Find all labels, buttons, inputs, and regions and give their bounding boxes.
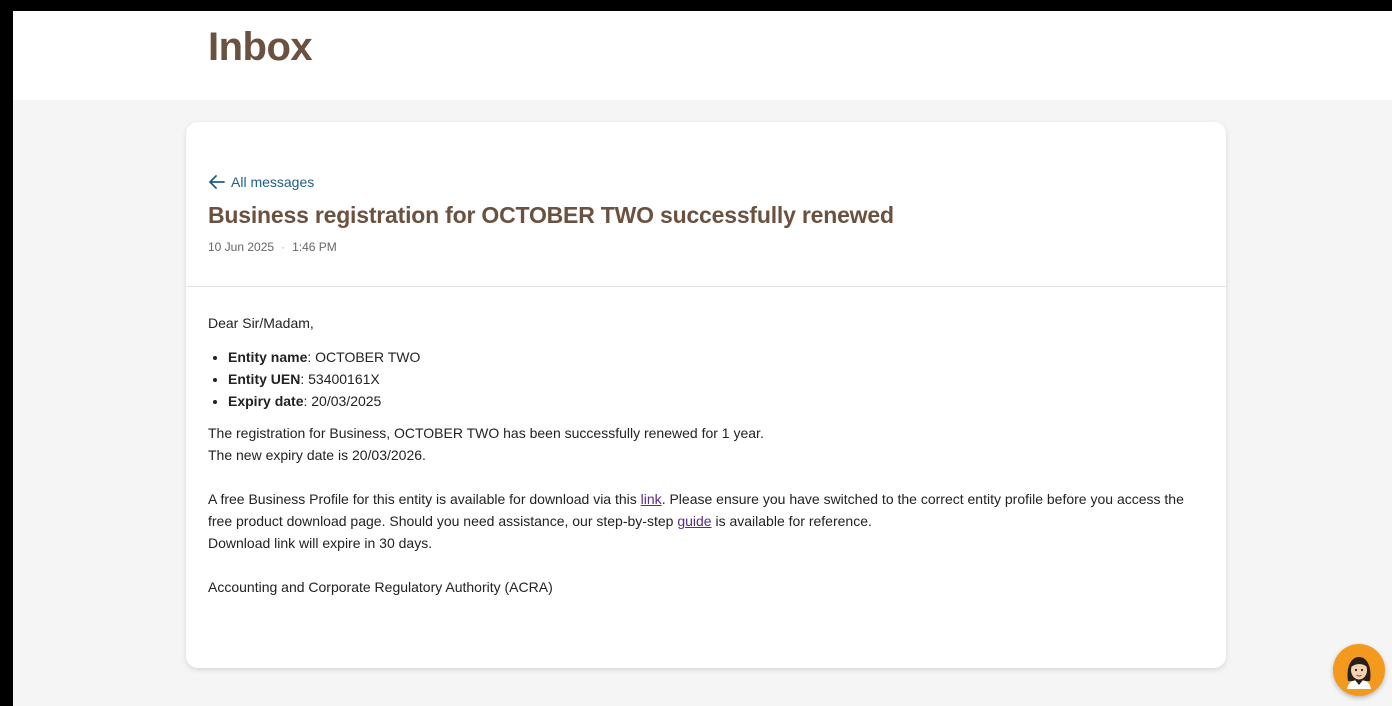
detail-expiry-date: Expiry date: 20/03/2025: [228, 390, 1208, 412]
chat-assistant-button[interactable]: [1333, 644, 1385, 696]
detail-label: Entity UEN: [228, 371, 301, 387]
all-messages-label: All messages: [231, 174, 315, 190]
detail-value: : 53400161X: [300, 371, 380, 387]
detail-entity-name: Entity name: OCTOBER TWO: [228, 346, 1208, 368]
message-title: Business registration for OCTOBER TWO su…: [208, 202, 894, 228]
header: Inbox: [13, 11, 1392, 100]
detail-label: Expiry date: [228, 393, 304, 409]
arrow-left-icon: [209, 175, 225, 189]
guide-link[interactable]: guide: [677, 513, 711, 529]
all-messages-link[interactable]: All messages: [209, 174, 314, 190]
profile-paragraph: A free Business Profile for this entity …: [208, 488, 1208, 532]
meta-separator: ·: [281, 240, 286, 254]
details-list: Entity name: OCTOBER TWO Entity UEN: 534…: [208, 346, 1208, 412]
message-body: Dear Sir/Madam, Entity name: OCTOBER TWO…: [208, 312, 1208, 598]
expiry-note: Download link will expire in 30 days.: [208, 535, 433, 551]
detail-label: Entity name: [228, 349, 308, 365]
renewal-line-1: The registration for Business, OCTOBER T…: [208, 425, 764, 441]
message-card: All messages Business registration for O…: [186, 122, 1226, 668]
message-date: 10 Jun 2025: [208, 240, 275, 254]
renewal-line-2: The new expiry date is 20/03/2026.: [208, 447, 426, 463]
profile-text: A free Business Profile for this entity …: [208, 491, 641, 507]
detail-entity-uen: Entity UEN: 53400161X: [228, 368, 1208, 390]
greeting: Dear Sir/Madam,: [208, 315, 314, 331]
app-frame: Inbox All messages Business registration…: [13, 11, 1392, 706]
signature: Accounting and Corporate Regulatory Auth…: [208, 579, 553, 595]
detail-value: : 20/03/2025: [303, 393, 382, 409]
message-meta: 10 Jun 2025 · 1:46 PM: [208, 240, 337, 254]
detail-value: : OCTOBER TWO: [307, 349, 421, 365]
page-title: Inbox: [208, 25, 313, 69]
message-time: 1:46 PM: [292, 240, 337, 254]
profile-download-link[interactable]: link: [641, 491, 662, 507]
assistant-avatar-icon: [1347, 657, 1371, 689]
profile-text: is available for reference.: [711, 513, 872, 529]
divider: [186, 286, 1226, 287]
